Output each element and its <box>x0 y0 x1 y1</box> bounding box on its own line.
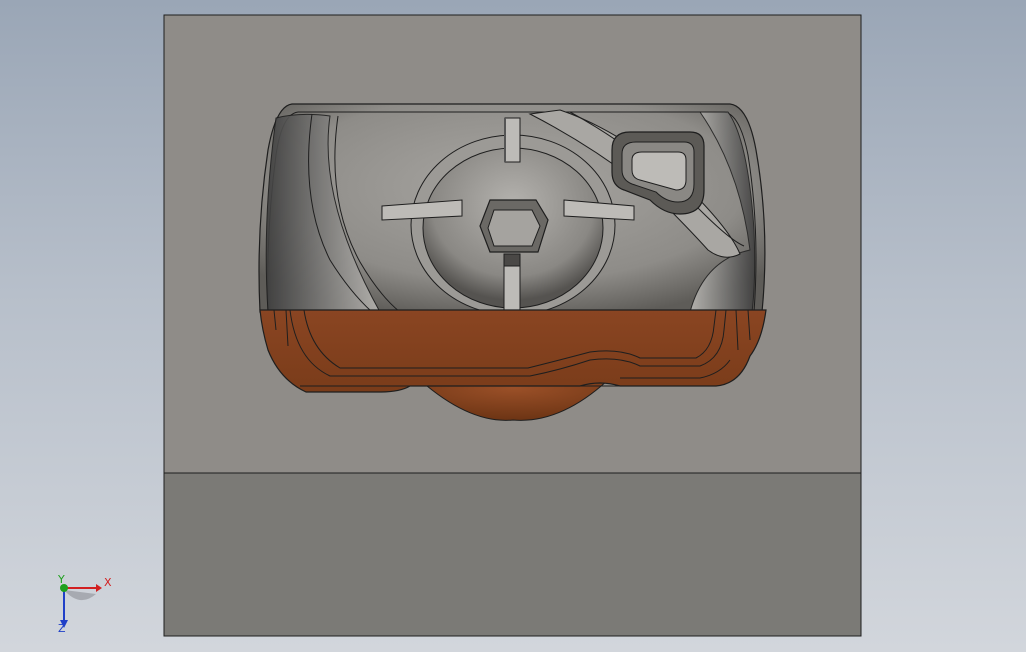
x-axis-head <box>96 584 102 592</box>
reference-triad[interactable]: X Y Z <box>57 573 112 635</box>
z-axis-label: Z <box>58 622 66 635</box>
base-block[interactable] <box>163 472 862 637</box>
y-axis-label: Y <box>57 573 65 586</box>
graphics-viewport[interactable]: X Y Z <box>0 0 1026 652</box>
x-axis-label: X <box>104 576 112 589</box>
mold-cavity[interactable] <box>258 103 766 316</box>
